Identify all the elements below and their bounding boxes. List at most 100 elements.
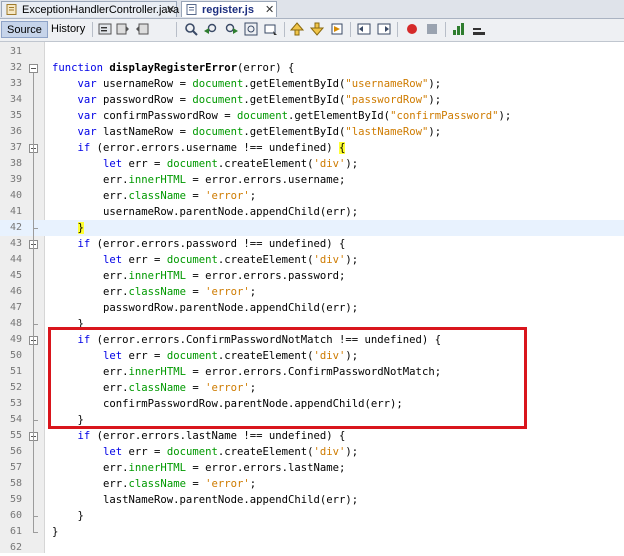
toggle-highlight-icon[interactable] bbox=[264, 22, 278, 36]
code-line[interactable]: 58 err.className = 'error'; bbox=[0, 476, 624, 492]
toggle-bookmark-icon[interactable] bbox=[330, 22, 344, 36]
code-line[interactable]: 33 var usernameRow = document.getElement… bbox=[0, 76, 624, 92]
code-token: = bbox=[185, 478, 206, 490]
code-line[interactable]: 60 } bbox=[0, 508, 624, 524]
code-token: err. bbox=[52, 190, 129, 202]
code-line[interactable]: 55 if (error.errors.lastName !== undefin… bbox=[0, 428, 624, 444]
code-token: err. bbox=[52, 462, 129, 474]
code-text: let err = document.createElement('div'); bbox=[52, 156, 358, 172]
toolbar-separator bbox=[397, 22, 398, 37]
code-token: 'div' bbox=[313, 446, 346, 458]
tab-exceptionhandlercontroller[interactable]: ExceptionHandlerController.java ✕ bbox=[1, 1, 179, 18]
code-line[interactable]: 44 let err = document.createElement('div… bbox=[0, 252, 624, 268]
forward-icon[interactable] bbox=[116, 22, 130, 36]
history-view-button[interactable]: History bbox=[46, 21, 90, 38]
code-token: err. bbox=[52, 270, 129, 282]
fold-guide-function-end bbox=[33, 532, 38, 533]
code-token: ); bbox=[345, 446, 359, 458]
code-line[interactable]: 45 err.innerHTML = error.errors.password… bbox=[0, 268, 624, 284]
code-line[interactable]: 56 let err = document.createElement('div… bbox=[0, 444, 624, 460]
code-token: "usernameRow" bbox=[345, 78, 429, 90]
code-token: document bbox=[192, 78, 244, 90]
toolbar-separator bbox=[176, 22, 177, 37]
code-token: ); bbox=[428, 94, 442, 106]
code-line[interactable]: 47 passwordRow.parentNode.appendChild(er… bbox=[0, 300, 624, 316]
line-number: 32 bbox=[9, 62, 22, 73]
search-icon[interactable] bbox=[184, 22, 198, 36]
code-line[interactable]: 32 function displayRegisterError(error) { bbox=[0, 60, 624, 76]
line-number: 55 bbox=[9, 430, 22, 441]
code-token: confirmPasswordRow = bbox=[103, 110, 237, 122]
close-tab-icon[interactable]: ✕ bbox=[166, 2, 175, 18]
code-line[interactable]: 37 if (error.errors.username !== undefin… bbox=[0, 140, 624, 156]
code-text: if (error.errors.lastName !== undefined)… bbox=[52, 428, 346, 444]
line-number: 47 bbox=[9, 302, 22, 313]
code-line[interactable]: 57 err.innerHTML = error.errors.lastName… bbox=[0, 460, 624, 476]
code-line[interactable]: 36 var lastNameRow = document.getElement… bbox=[0, 124, 624, 140]
line-number: 35 bbox=[9, 110, 22, 121]
code-token: innerHTML bbox=[128, 174, 186, 186]
code-token: .getElementById( bbox=[243, 94, 346, 106]
code-token: err. bbox=[52, 174, 129, 186]
line-number: 44 bbox=[9, 254, 22, 265]
code-line[interactable]: 46 err.className = 'error'; bbox=[0, 284, 624, 300]
code-line[interactable]: 41 usernameRow.parentNode.appendChild(er… bbox=[0, 204, 624, 220]
code-token: var bbox=[77, 94, 104, 106]
code-text: err.className = 'error'; bbox=[52, 284, 256, 300]
start-macro-icon[interactable] bbox=[405, 22, 419, 36]
code-token: displayRegisterError bbox=[109, 62, 237, 74]
code-token: lastNameRow = bbox=[103, 126, 193, 138]
find-next-icon[interactable] bbox=[224, 22, 238, 36]
code-line[interactable]: 43 if (error.errors.password !== undefin… bbox=[0, 236, 624, 252]
code-line[interactable]: 38 let err = document.createElement('div… bbox=[0, 156, 624, 172]
line-number: 54 bbox=[9, 414, 22, 425]
fold-toggle-icon[interactable] bbox=[29, 64, 38, 73]
code-token: = bbox=[185, 190, 206, 202]
code-token: ; bbox=[249, 286, 257, 298]
code-token: = error.errors.password; bbox=[185, 270, 346, 282]
line-number: 62 bbox=[9, 542, 22, 553]
find-previous-icon[interactable] bbox=[204, 22, 218, 36]
code-text: err.className = 'error'; bbox=[52, 188, 256, 204]
line-number: 59 bbox=[9, 494, 22, 505]
code-text: err.innerHTML = error.errors.username; bbox=[52, 172, 345, 188]
back-history-icon[interactable] bbox=[136, 22, 150, 36]
close-tab-icon[interactable]: ✕ bbox=[265, 2, 274, 18]
shift-right-icon[interactable] bbox=[377, 22, 391, 36]
find-selection-icon[interactable] bbox=[244, 22, 258, 36]
line-number: 58 bbox=[9, 478, 22, 489]
code-token: innerHTML bbox=[128, 270, 186, 282]
bookmark-up-icon[interactable] bbox=[290, 22, 304, 36]
code-line[interactable]: 40 err.className = 'error'; bbox=[0, 188, 624, 204]
stop-macro-icon[interactable] bbox=[425, 22, 439, 36]
code-line[interactable]: 62 bbox=[0, 540, 624, 556]
code-editor[interactable]: 31 32 function displayRegisterError(error)… bbox=[0, 42, 624, 553]
code-token: let bbox=[103, 254, 129, 266]
code-line[interactable]: 35 var confirmPasswordRow = document.get… bbox=[0, 108, 624, 124]
line-icon[interactable] bbox=[472, 22, 486, 36]
code-line[interactable]: 31 bbox=[0, 44, 624, 60]
code-token: = error.errors.username; bbox=[185, 174, 346, 186]
code-text: err.innerHTML = error.errors.password; bbox=[52, 268, 345, 284]
source-view-button[interactable]: Source bbox=[1, 21, 48, 38]
line-number: 33 bbox=[9, 78, 22, 89]
code-token: err = bbox=[128, 254, 167, 266]
code-line[interactable]: 34 var passwordRow = document.getElement… bbox=[0, 92, 624, 108]
toolbar-separator bbox=[445, 22, 446, 37]
code-line[interactable]: 39 err.innerHTML = error.errors.username… bbox=[0, 172, 624, 188]
line-number: 50 bbox=[9, 350, 22, 361]
back-icon[interactable] bbox=[98, 22, 112, 36]
code-line[interactable]: 61} bbox=[0, 524, 624, 540]
chart-icon[interactable] bbox=[452, 22, 466, 36]
shift-left-icon[interactable] bbox=[357, 22, 371, 36]
code-token: ); bbox=[428, 126, 442, 138]
code-token: .createElement( bbox=[217, 446, 314, 458]
tab-register-js[interactable]: register.js ✕ bbox=[181, 1, 277, 17]
bookmark-down-icon[interactable] bbox=[310, 22, 324, 36]
code-line[interactable]: 42 } bbox=[0, 220, 624, 236]
code-line[interactable]: 59 lastNameRow.parentNode.appendChild(er… bbox=[0, 492, 624, 508]
